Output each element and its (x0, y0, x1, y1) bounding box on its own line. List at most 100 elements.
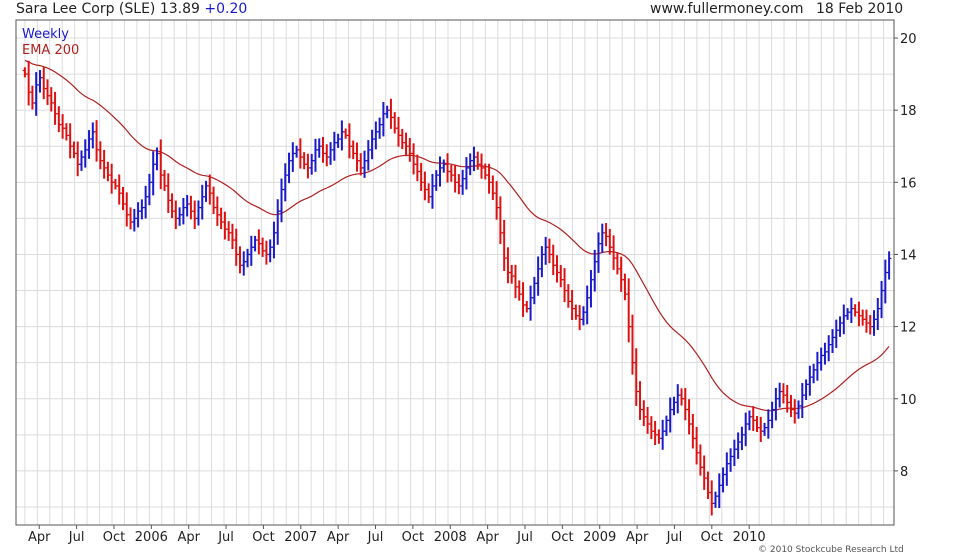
ohlc-bar (686, 399, 692, 435)
ohlc-bar (407, 137, 413, 162)
ohlc-bar (279, 178, 284, 223)
ohlc-bar (117, 174, 122, 205)
ohlc-bar (807, 365, 813, 396)
x-tick-label: Oct (252, 530, 274, 545)
ohlc-bar (679, 388, 684, 406)
ohlc-bar (524, 301, 530, 313)
ohlc-bar (241, 251, 246, 276)
ohlc-bar (411, 143, 416, 175)
ohlc-bar (203, 180, 209, 202)
ohlc-bar (649, 416, 654, 440)
ohlc-bar (426, 183, 431, 203)
ohlc-bar (841, 304, 847, 335)
ohlc-bar (822, 342, 828, 365)
ohlc-bar (94, 120, 99, 162)
ohlc-bar (498, 196, 503, 245)
ohlc-bar (520, 282, 526, 317)
ohlc-bar (449, 164, 454, 182)
ohlc-bar (796, 400, 801, 419)
ohlc-bar (637, 381, 643, 420)
ohlc-bar (317, 138, 322, 158)
y-tick-label: 8 (900, 465, 908, 480)
ohlc-bar (226, 221, 231, 241)
ohlc-bar (392, 112, 397, 134)
ohlc-bar (573, 304, 579, 320)
ohlc-bar (41, 67, 46, 100)
ohlc-bar (377, 117, 382, 139)
x-tick-label: Apr (327, 530, 350, 545)
ohlc-bar (551, 244, 556, 276)
ohlc-bar (584, 285, 590, 325)
y-axis: 8 10 12 14 16 18 20 (894, 32, 917, 480)
ohlc-bar (566, 284, 571, 308)
y-tick-label: 10 (900, 393, 917, 408)
ohlc-bar (539, 246, 545, 278)
ohlc-bar (600, 223, 605, 253)
ohlc-bar (320, 136, 326, 163)
ohlc-bar (71, 141, 77, 159)
ohlc-bar (464, 157, 469, 190)
ohlc-bar (132, 208, 137, 232)
ohlc-bar (724, 452, 730, 486)
ohlc-bar (381, 101, 386, 137)
ohlc-bar (324, 144, 329, 167)
ticker-label: Sara Lee Corp (SLE) 13.89 (16, 1, 200, 17)
ohlc-bar (513, 264, 518, 299)
ohlc-bar (196, 200, 201, 226)
ohlc-bar (607, 228, 613, 255)
ohlc-bar (747, 410, 752, 431)
ohlc-bar (751, 406, 756, 432)
ohlc-bar (181, 197, 186, 225)
ohlc-bar (652, 421, 658, 446)
ohlc-bar (709, 480, 714, 516)
ohlc-bar (64, 123, 69, 141)
x-tick-label: Apr (476, 530, 499, 545)
ohlc-bar (305, 153, 311, 179)
ohlc-bar (30, 85, 35, 110)
chart-title: Sara Lee Corp (SLE) 13.89 +0.20 (16, 1, 247, 17)
ohlc-bar (366, 140, 371, 171)
ohlc-bar (124, 192, 129, 227)
ohlc-bar (169, 193, 175, 219)
ohlc-bar (490, 175, 496, 201)
ohlc-bar (856, 301, 862, 327)
ohlc-bar (766, 409, 771, 439)
ohlc-bar (67, 123, 73, 159)
y-tick-label: 16 (900, 176, 917, 191)
ohlc-bar (815, 351, 820, 381)
ohlc-bar (415, 154, 420, 182)
ohlc-bar (101, 149, 107, 179)
ohlc-bar (558, 264, 563, 288)
ohlc-bar (37, 70, 43, 93)
ohlc-bar (728, 448, 733, 472)
ohlc-bar (777, 382, 782, 408)
ohlc-bar (222, 211, 228, 240)
ohlc-bar (690, 413, 696, 449)
ohlc-bar (732, 439, 737, 467)
x-tick-label: Jul (68, 530, 85, 545)
ohlc-bar (313, 138, 318, 172)
ohlc-bar (735, 432, 741, 459)
ohlc-bar (505, 247, 511, 284)
ohlc-bar (166, 173, 171, 213)
ohlc-bar (701, 455, 707, 490)
ohlc-bar (301, 152, 307, 170)
ohlc-bar (441, 159, 446, 173)
ohlc-bar (630, 314, 635, 375)
ohlc-bar (800, 383, 805, 419)
ohlc-bar (562, 268, 567, 303)
x-tick-label: 2009 (583, 530, 616, 545)
x-tick-label: Apr (177, 530, 200, 545)
ohlc-bar (664, 415, 669, 436)
x-tick-label: Jul (516, 530, 533, 545)
ohlc-bar (188, 195, 194, 220)
x-tick-label: Jul (217, 530, 234, 545)
x-tick-label: Apr (28, 530, 51, 545)
ohlc-bar (886, 251, 892, 280)
ohlc-bar (467, 153, 473, 176)
ohlc-bar (864, 309, 869, 333)
x-tick-label: Jul (367, 530, 384, 545)
ohlc-bar (535, 256, 541, 296)
ohlc-bar (713, 491, 718, 508)
y-tick-label: 12 (900, 321, 917, 336)
